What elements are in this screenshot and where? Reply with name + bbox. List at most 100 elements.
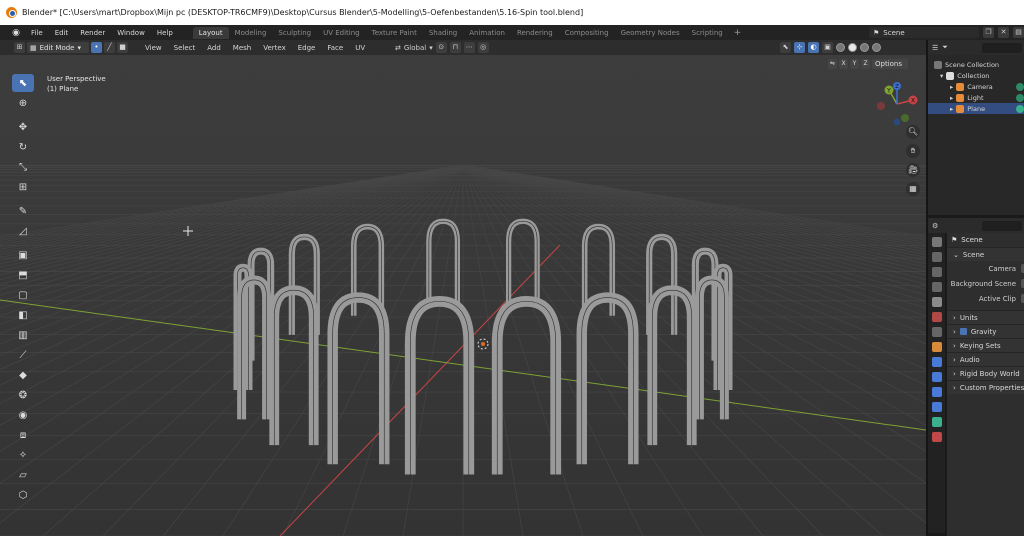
menu-select[interactable]: Select xyxy=(169,44,201,52)
transform-orientation-select[interactable]: Global xyxy=(404,44,426,52)
scale-tool-icon[interactable]: ⤡ xyxy=(12,158,34,176)
move-tool-icon[interactable]: ✥ xyxy=(12,118,34,136)
axis-y-toggle[interactable]: Y xyxy=(850,59,859,69)
field-camera[interactable]: Camera xyxy=(947,261,1024,276)
wireframe-shading-icon[interactable] xyxy=(836,43,845,52)
delete-scene-icon[interactable]: ✕ xyxy=(998,27,1009,38)
snap-target-icon[interactable]: ⋯ xyxy=(463,42,475,53)
rotate-tool-icon[interactable]: ↻ xyxy=(12,138,34,156)
physics-tab-icon[interactable] xyxy=(931,387,942,397)
camera-data-icon[interactable] xyxy=(1016,82,1024,91)
panel-scene[interactable]: ⌄ Scene xyxy=(947,247,1024,261)
knife-tool-icon[interactable]: ⟋ xyxy=(12,346,34,364)
panel-gravity[interactable]: › Gravity xyxy=(947,324,1024,338)
tab-layout[interactable]: Layout xyxy=(192,26,229,39)
tab-animation[interactable]: Animation xyxy=(463,27,511,39)
properties-search-input[interactable] xyxy=(982,220,1022,231)
panel-audio[interactable]: › Audio xyxy=(947,352,1024,366)
render-tab-icon[interactable] xyxy=(931,252,942,262)
overlay-toggle-icon[interactable]: ◐ xyxy=(808,42,819,53)
gizmo-toggle-icon[interactable]: ⊹ xyxy=(794,42,805,53)
cursor-tool-icon[interactable]: ⊕ xyxy=(12,94,34,112)
tool-tab-icon[interactable] xyxy=(931,237,942,247)
filter-icon[interactable]: ⏷ xyxy=(942,43,948,52)
scene-tab-icon[interactable] xyxy=(931,297,942,307)
inset-tool-icon[interactable]: ▢ xyxy=(12,286,34,304)
output-tab-icon[interactable] xyxy=(931,267,942,277)
bevel-tool-icon[interactable]: ◧ xyxy=(12,306,34,324)
xray-toggle-icon[interactable]: ▣ xyxy=(822,42,833,53)
axis-z-toggle[interactable]: Z xyxy=(861,59,870,69)
object-tab-icon[interactable] xyxy=(931,342,942,352)
poly-build-tool-icon[interactable]: ◆ xyxy=(12,366,34,384)
menu-add[interactable]: Add xyxy=(202,44,226,52)
tab-modeling[interactable]: Modeling xyxy=(229,27,273,39)
world-tab-icon[interactable] xyxy=(931,312,942,322)
menu-file[interactable]: File xyxy=(25,29,49,37)
mirror-icon[interactable]: ⇋ xyxy=(828,59,837,69)
tab-sculpting[interactable]: Sculpting xyxy=(272,27,317,39)
tab-geometry-nodes[interactable]: Geometry Nodes xyxy=(615,27,686,39)
blender-menu-icon[interactable]: ◉ xyxy=(10,27,22,39)
new-scene-icon[interactable]: ❐ xyxy=(983,27,994,38)
outliner-scene-collection[interactable]: Scene Collection xyxy=(928,59,1024,70)
field-background-scene[interactable]: Background Scene xyxy=(947,276,1024,291)
particles-tab-icon[interactable] xyxy=(931,372,942,382)
menu-edge[interactable]: Edge xyxy=(293,44,321,52)
menu-view[interactable]: View xyxy=(140,44,167,52)
tab-uv-editing[interactable]: UV Editing xyxy=(317,27,366,39)
material-tab-icon[interactable] xyxy=(931,432,942,442)
view-layer-tab-icon[interactable] xyxy=(931,282,942,292)
mesh-data-icon[interactable] xyxy=(1016,104,1024,113)
outliner-item-plane[interactable]: ▸ Plane xyxy=(928,103,1024,114)
smooth-tool-icon[interactable]: ◉ xyxy=(12,406,34,424)
shear-tool-icon[interactable]: ▱ xyxy=(12,466,34,484)
extrude-tool-icon[interactable]: ⬒ xyxy=(12,266,34,284)
face-select-icon[interactable]: ■ xyxy=(117,42,128,53)
vertex-select-icon[interactable]: • xyxy=(91,42,102,53)
collection-tab-icon[interactable] xyxy=(931,327,942,337)
tab-rendering[interactable]: Rendering xyxy=(511,27,559,39)
properties-editor-icon[interactable]: ⚙ xyxy=(932,222,938,230)
outliner-editor-icon[interactable]: ☰ xyxy=(932,44,938,52)
menu-vertex[interactable]: Vertex xyxy=(258,44,291,52)
menu-face[interactable]: Face xyxy=(322,44,348,52)
select-box-icon[interactable]: ⬉ xyxy=(12,74,34,92)
tab-scripting[interactable]: Scripting xyxy=(686,27,729,39)
menu-mesh[interactable]: Mesh xyxy=(228,44,256,52)
navigation-gizmo[interactable]: X Y Z xyxy=(875,82,919,126)
tab-texture-paint[interactable]: Texture Paint xyxy=(366,27,423,39)
solid-shading-icon[interactable] xyxy=(848,43,857,52)
pan-hand-icon[interactable]: ✋︎ xyxy=(906,144,920,158)
rendered-shading-icon[interactable] xyxy=(872,43,881,52)
outliner-collection[interactable]: ▾ Collection xyxy=(928,70,1024,81)
transform-tool-icon[interactable]: ⊞ xyxy=(12,178,34,196)
add-cube-tool-icon[interactable]: ▣ xyxy=(12,246,34,264)
tab-compositing[interactable]: Compositing xyxy=(559,27,615,39)
outliner-item-camera[interactable]: ▸ Camera xyxy=(928,81,1024,92)
snap-icon[interactable]: ⊓ xyxy=(449,42,461,53)
zoom-icon[interactable]: 🔍︎ xyxy=(906,125,920,139)
modifier-tab-icon[interactable] xyxy=(931,357,942,367)
camera-view-icon[interactable]: 🎥︎ xyxy=(906,163,920,177)
annotate-tool-icon[interactable]: ✎ xyxy=(12,202,34,220)
shrink-fatten-tool-icon[interactable]: ✧ xyxy=(12,446,34,464)
outliner-item-light[interactable]: ▸ Light xyxy=(928,92,1024,103)
axis-x-toggle[interactable]: X xyxy=(839,59,848,69)
menu-window[interactable]: Window xyxy=(111,29,151,37)
perspective-grid-icon[interactable]: ▦ xyxy=(906,182,920,196)
pivot-point-icon[interactable]: ⊙ xyxy=(435,42,447,53)
scene-selector[interactable]: ⚑ Scene xyxy=(869,27,979,38)
mode-select[interactable]: ▦ Edit Mode ▾ xyxy=(27,42,89,53)
menu-edit[interactable]: Edit xyxy=(49,29,75,37)
material-shading-icon[interactable] xyxy=(860,43,869,52)
add-workspace-icon[interactable]: + xyxy=(729,28,747,38)
edge-select-icon[interactable]: ╱ xyxy=(104,42,115,53)
spin-tool-icon[interactable]: ❂ xyxy=(12,386,34,404)
constraints-tab-icon[interactable] xyxy=(931,402,942,412)
mesh-data-tab-icon[interactable] xyxy=(931,417,942,427)
menu-help[interactable]: Help xyxy=(151,29,179,37)
panel-keying-sets[interactable]: › Keying Sets xyxy=(947,338,1024,352)
editor-type-icon[interactable]: ⊞ xyxy=(14,42,25,53)
measure-tool-icon[interactable]: ◿ xyxy=(12,222,34,240)
